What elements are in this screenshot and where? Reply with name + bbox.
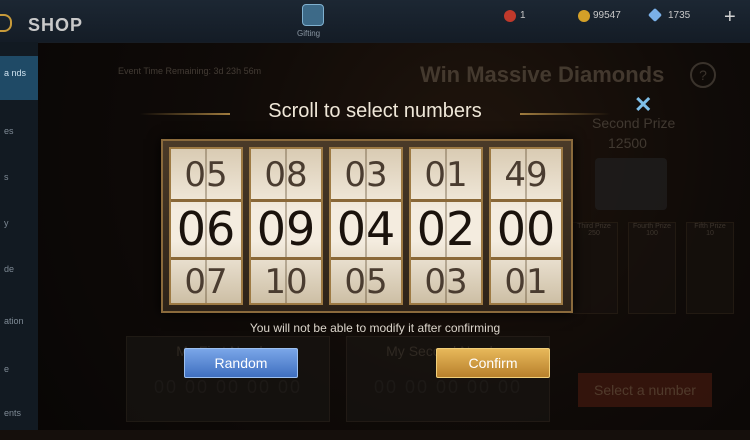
sidebar-item-6[interactable]: e bbox=[0, 352, 38, 396]
sidebar-item-4[interactable]: de bbox=[0, 252, 38, 296]
reel-value-below: 03 bbox=[424, 262, 468, 302]
reel-value-selected: 09 bbox=[256, 202, 316, 256]
battle-point-icon bbox=[578, 10, 590, 22]
confirm-button[interactable]: Confirm bbox=[436, 348, 550, 378]
ticket-count: 1 bbox=[520, 10, 526, 21]
reel-value-above: 08 bbox=[264, 155, 308, 195]
reel-value-selected: 04 bbox=[336, 202, 396, 256]
random-button[interactable]: Random bbox=[184, 348, 298, 378]
reel-value-above: 49 bbox=[504, 155, 548, 195]
number-reels: 05 06 07 08 09 10 03 04 05 01 02 03 49 0… bbox=[161, 139, 573, 313]
gift-label[interactable]: Gifting bbox=[297, 29, 320, 38]
close-icon[interactable]: ✕ bbox=[634, 92, 652, 118]
reel-4[interactable]: 01 02 03 bbox=[409, 147, 483, 305]
reel-value-below: 10 bbox=[264, 262, 308, 302]
gift-icon[interactable] bbox=[302, 4, 324, 26]
sidebar-item-diamonds[interactable]: a nds bbox=[0, 56, 38, 100]
confirm-warning: You will not be able to modify it after … bbox=[249, 321, 501, 335]
diamond-icon bbox=[647, 7, 663, 23]
diamond-count: 1735 bbox=[668, 10, 691, 21]
reel-3[interactable]: 03 04 05 bbox=[329, 147, 403, 305]
reel-value-selected: 06 bbox=[176, 202, 236, 256]
page-title: SHOP bbox=[28, 15, 84, 35]
reel-2[interactable]: 08 09 10 bbox=[249, 147, 323, 305]
battle-point-count: 99547 bbox=[593, 10, 621, 21]
reel-value-below: 01 bbox=[504, 262, 548, 302]
top-bar: SHOP Gifting 1 99547 1735 + bbox=[0, 0, 750, 43]
reel-5[interactable]: 49 00 01 bbox=[489, 147, 563, 305]
reel-value-above: 05 bbox=[184, 155, 228, 195]
sidebar-item-7[interactable]: ents bbox=[0, 396, 38, 440]
ticket-icon bbox=[504, 10, 516, 22]
reel-value-below: 07 bbox=[184, 262, 228, 302]
reel-value-selected: 00 bbox=[496, 202, 556, 256]
reel-value-below: 05 bbox=[344, 262, 388, 302]
reel-value-above: 03 bbox=[344, 155, 388, 195]
reel-value-selected: 02 bbox=[416, 202, 476, 256]
reel-1[interactable]: 05 06 07 bbox=[169, 147, 243, 305]
back-icon[interactable] bbox=[0, 14, 12, 32]
add-currency-button[interactable]: + bbox=[724, 6, 736, 29]
sidebar-item-skins[interactable]: s bbox=[0, 160, 38, 204]
sidebar-item-3[interactable]: y bbox=[0, 206, 38, 250]
reel-value-above: 01 bbox=[424, 155, 468, 195]
